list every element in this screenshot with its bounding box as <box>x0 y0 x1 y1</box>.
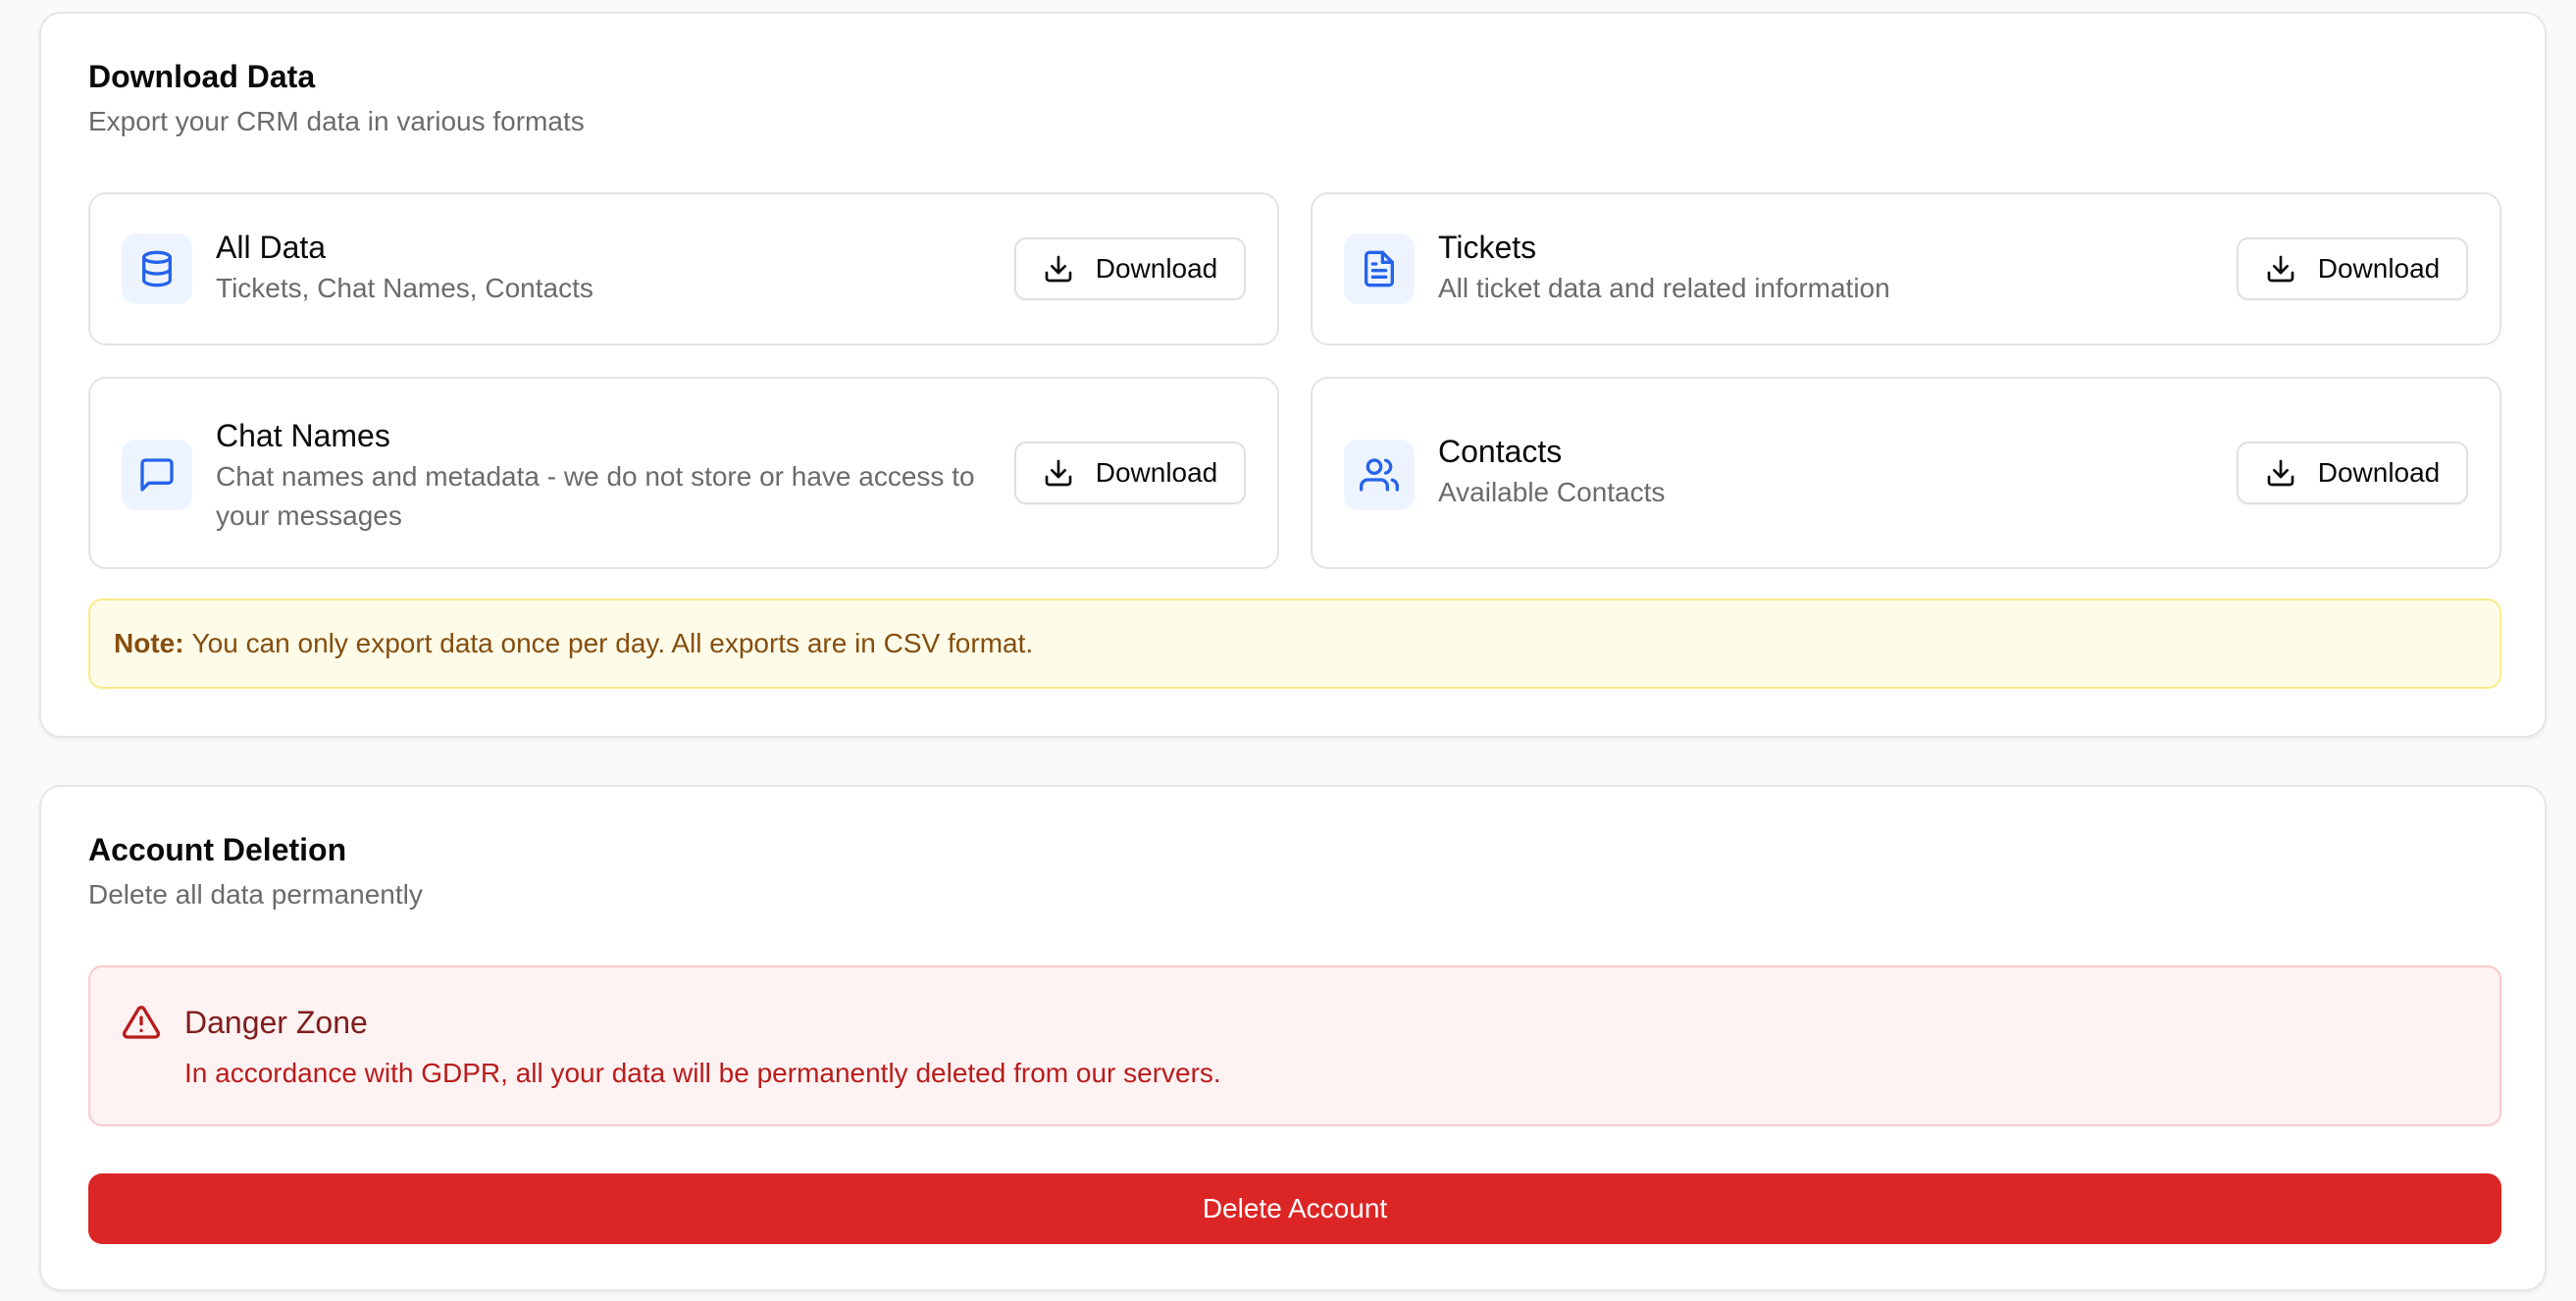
download-data-subtitle: Export your CRM data in various formats <box>88 106 585 136</box>
message-square-icon <box>122 440 192 510</box>
export-item-title: Contacts <box>1438 434 1563 469</box>
danger-zone-title: Danger Zone <box>184 1005 368 1040</box>
download-data-title: Download Data <box>88 59 316 94</box>
danger-zone-text: In accordance with GDPR, all your data w… <box>184 1058 1221 1088</box>
export-item-description: Tickets, Chat Names, Contacts <box>216 273 593 303</box>
download-icon <box>2267 255 2294 283</box>
download-contacts-button[interactable]: Download <box>2237 442 2468 504</box>
export-item-title: Tickets <box>1438 230 1537 265</box>
download-button-label: Download <box>1095 253 1218 284</box>
file-text-icon <box>1344 234 1415 304</box>
download-button-label: Download <box>2317 457 2441 488</box>
export-item-chat-names: Chat Names Chat names and metadata - we … <box>88 377 1279 569</box>
alert-triangle-icon <box>122 1006 161 1039</box>
download-tickets-button[interactable]: Download <box>2237 237 2468 300</box>
export-item-title: All Data <box>216 230 327 265</box>
download-data-card: Download Data Export your CRM data in va… <box>39 12 2547 738</box>
note-text: You can only export data once per day. A… <box>191 628 1034 658</box>
download-all-data-button[interactable]: Download <box>1014 237 1246 300</box>
export-item-contacts: Contacts Available Contacts Download <box>1311 377 2501 569</box>
account-deletion-card: Account Deletion Delete all data permane… <box>39 785 2547 1291</box>
download-chat-names-button[interactable]: Download <box>1014 442 1246 504</box>
download-icon <box>1045 459 1072 487</box>
download-button-label: Download <box>1095 457 1218 488</box>
export-item-description: Chat names and metadata - we do not stor… <box>216 461 975 531</box>
export-item-title: Chat Names <box>216 418 390 453</box>
users-icon <box>1344 440 1415 510</box>
export-note: Note: You can only export data once per … <box>88 598 2501 689</box>
export-item-description: Available Contacts <box>1438 477 1666 507</box>
export-item-description: All ticket data and related information <box>1438 273 1890 303</box>
note-label: Note: <box>114 628 184 658</box>
account-deletion-title: Account Deletion <box>88 832 347 867</box>
download-button-label: Download <box>2317 253 2441 284</box>
delete-account-button[interactable]: Delete Account <box>88 1173 2501 1244</box>
export-item-all-data: All Data Tickets, Chat Names, Contacts D… <box>88 192 1279 345</box>
download-icon <box>2267 459 2294 487</box>
danger-zone-alert: Danger Zone In accordance with GDPR, all… <box>88 965 2501 1126</box>
download-icon <box>1045 255 1072 283</box>
account-deletion-subtitle: Delete all data permanently <box>88 879 423 910</box>
database-icon <box>122 234 192 304</box>
export-item-tickets: Tickets All ticket data and related info… <box>1311 192 2501 345</box>
